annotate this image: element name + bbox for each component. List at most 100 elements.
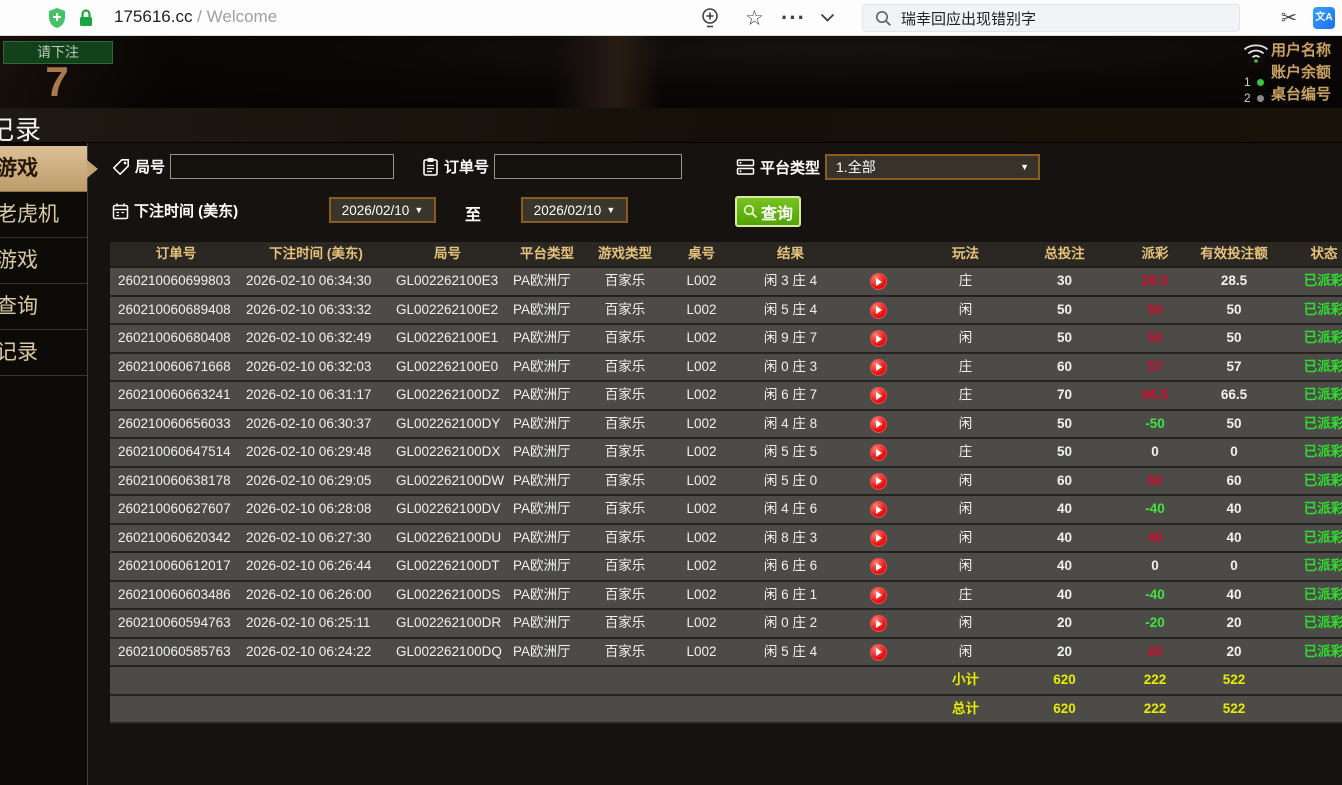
more-options-icon[interactable]: ···: [781, 0, 806, 36]
play-icon: [876, 648, 882, 656]
order-filter-label: 订单号: [444, 156, 489, 177]
lock-icon: [78, 9, 94, 33]
cell-table_no: L002: [661, 496, 742, 523]
sidebar-item[interactable]: 记录: [0, 330, 87, 376]
play-video-button[interactable]: [870, 530, 887, 547]
cell-payout: 57: [1116, 354, 1194, 381]
cell-play: [839, 696, 918, 723]
cell-valid_bet: 40: [1194, 525, 1274, 552]
cell-result: [742, 667, 839, 694]
round-number-input[interactable]: [170, 154, 394, 179]
sidebar-item[interactable]: 老虎机: [0, 192, 87, 238]
favorite-star-icon[interactable]: ☆: [745, 0, 764, 36]
cell-total_bet: 620: [1013, 667, 1116, 694]
circled-plus-icon[interactable]: [700, 0, 720, 36]
countdown-timer: 7: [0, 58, 114, 106]
play-video-button[interactable]: [870, 416, 887, 433]
shield-plus-icon[interactable]: [47, 7, 67, 34]
cell-result: 闲 5 庄 5: [742, 439, 839, 466]
cell-result: 闲 5 庄 4: [742, 639, 839, 666]
table-row: 2602100606203422026-02-10 06:27:30GL0022…: [110, 525, 1342, 554]
round-filter-group: 局号: [112, 154, 394, 179]
cell-time: [242, 696, 390, 723]
cell-bet: 闲: [918, 610, 1013, 637]
cell-game: 百家乐: [589, 553, 661, 580]
browser-search-box[interactable]: 瑞幸回应出现错别字: [862, 4, 1240, 32]
cell-bet: 闲: [918, 525, 1013, 552]
play-video-button[interactable]: [870, 359, 887, 376]
platform-type-select[interactable]: 1.全部 ▼: [825, 154, 1040, 180]
cell-result: 闲 6 庄 1: [742, 582, 839, 609]
chevron-down-icon[interactable]: [820, 0, 835, 36]
play-video-button[interactable]: [870, 273, 887, 290]
play-video-button[interactable]: [870, 587, 887, 604]
cell-result: 闲 6 庄 6: [742, 553, 839, 580]
play-video-button[interactable]: [870, 444, 887, 461]
cell-status: 已派彩: [1274, 382, 1342, 409]
cell-result: 闲 5 庄 0: [742, 468, 839, 495]
cell-order: 260210060647514: [110, 439, 242, 466]
cell-play: [839, 582, 918, 609]
info-label-table-number: 桌台编号: [1271, 84, 1331, 106]
sidebar-item[interactable]: 查询: [0, 284, 87, 330]
play-video-button[interactable]: [870, 501, 887, 518]
seat-indicator-2: 2: [1244, 91, 1264, 105]
cell-platform: [505, 696, 589, 723]
cell-status: 已派彩: [1274, 354, 1342, 381]
play-video-button[interactable]: [870, 330, 887, 347]
cell-platform: PA欧洲厅: [505, 468, 589, 495]
screen: 175616.cc / Welcome ☆ ··· 瑞幸回应出现错别字 ✂ 文A…: [0, 0, 1342, 785]
play-video-button[interactable]: [870, 615, 887, 632]
cell-result: 闲 5 庄 4: [742, 297, 839, 324]
play-video-button[interactable]: [870, 558, 887, 575]
cell-total_bet: 20: [1013, 639, 1116, 666]
address-bar-url[interactable]: 175616.cc / Welcome: [114, 7, 277, 27]
play-video-button[interactable]: [870, 302, 887, 319]
main-content: 局号 订单号 平台类型 1.全部 ▼ 下注时间 (美东) 2026/02/10 …: [88, 143, 1342, 785]
column-header-status: 状态: [1274, 242, 1342, 266]
platform-filter-label: 平台类型: [760, 157, 820, 178]
cell-platform: PA欧洲厅: [505, 496, 589, 523]
cell-valid_bet: 0: [1194, 553, 1274, 580]
cell-game: [589, 667, 661, 694]
translate-icon[interactable]: 文A: [1313, 7, 1335, 29]
cell-platform: PA欧洲厅: [505, 639, 589, 666]
cell-table_no: [661, 667, 742, 694]
column-header-platform: 平台类型: [505, 242, 589, 266]
play-video-button[interactable]: [870, 644, 887, 661]
sidebar-item-active[interactable]: 游戏: [0, 146, 87, 192]
play-video-button[interactable]: [870, 473, 887, 490]
cell-table_no: L002: [661, 553, 742, 580]
sidebar-item-label: 查询: [0, 284, 38, 330]
column-header-result: 结果: [742, 242, 839, 266]
cell-payout: 50: [1116, 297, 1194, 324]
cell-play: [839, 439, 918, 466]
sidebar-item-label: 游戏: [0, 238, 38, 284]
scissors-icon[interactable]: ✂: [1281, 0, 1297, 36]
date-to-select[interactable]: 2026/02/10 ▼: [521, 197, 628, 223]
cell-order: 260210060585763: [110, 639, 242, 666]
cell-payout: -40: [1116, 496, 1194, 523]
clipboard-icon: [422, 157, 439, 176]
cell-valid_bet: 20: [1194, 610, 1274, 637]
cell-status: 已派彩: [1274, 553, 1342, 580]
sidebar-item[interactable]: 游戏: [0, 238, 87, 284]
date-from-select[interactable]: 2026/02/10 ▼: [329, 197, 436, 223]
query-button[interactable]: 查询: [735, 196, 801, 227]
cell-time: 2026-02-10 06:27:30: [242, 525, 390, 552]
cell-order: [110, 667, 242, 694]
cell-order: 260210060699803: [110, 268, 242, 295]
cell-bet: 闲: [918, 639, 1013, 666]
cell-order: 260210060663241: [110, 382, 242, 409]
cell-round: GL002262100E3: [390, 268, 505, 295]
table-row: 2602100606804082026-02-10 06:32:49GL0022…: [110, 325, 1342, 354]
cell-time: 2026-02-10 06:34:30: [242, 268, 390, 295]
order-number-input[interactable]: [494, 154, 682, 179]
play-video-button[interactable]: [870, 387, 887, 404]
cell-status: 已派彩: [1274, 297, 1342, 324]
wifi-icon: [1242, 41, 1270, 70]
platform-list-icon: [736, 158, 755, 176]
cell-payout: 0: [1116, 439, 1194, 466]
cell-platform: PA欧洲厅: [505, 582, 589, 609]
cell-table_no: L002: [661, 610, 742, 637]
